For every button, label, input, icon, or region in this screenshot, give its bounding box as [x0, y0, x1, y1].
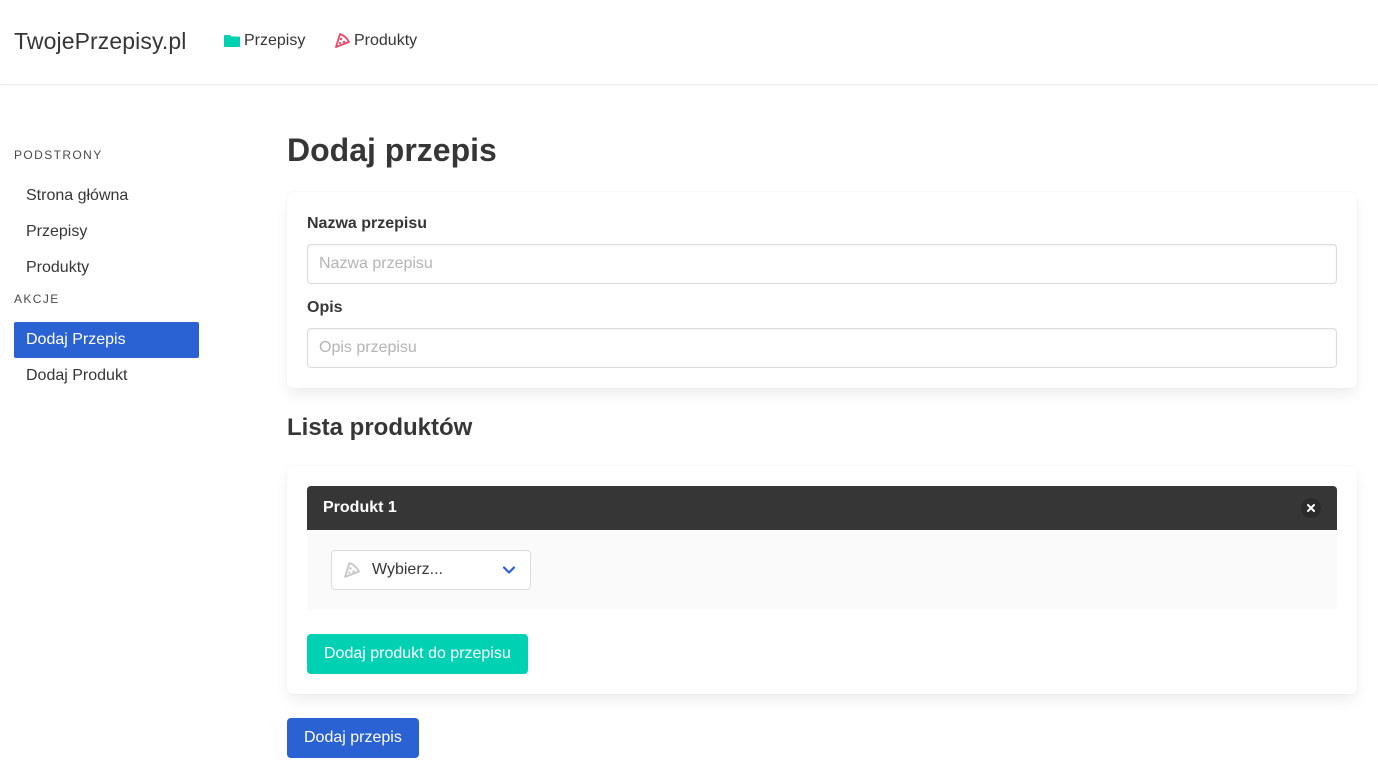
folder-icon: [224, 34, 240, 48]
product-card-body: Wybierz...: [307, 530, 1337, 610]
nav-link-label: Przepisy: [244, 32, 306, 49]
pizza-slice-icon: [343, 562, 360, 579]
sidebar-item-produkty[interactable]: Produkty: [14, 250, 199, 286]
product-list-title: Lista produktów: [287, 414, 473, 441]
add-product-button[interactable]: Dodaj produkt do przepisu: [307, 634, 528, 674]
nav-link-przepisy[interactable]: Przepisy: [224, 32, 305, 50]
nav-link-produkty[interactable]: Produkty: [334, 32, 417, 50]
menu-label-podstrony: PODSTRONY: [14, 148, 103, 162]
navbar: TwojePrzepisy.pl Przepisy Produkty: [0, 0, 1378, 85]
page-title: Dodaj przepis: [287, 132, 497, 168]
name-field-label: Nazwa przepisu: [307, 215, 428, 232]
product-list-box: Produkt 1 Wybierz... Dodaj produkt do pr…: [287, 466, 1357, 694]
close-icon: [1307, 504, 1315, 512]
recipe-description-input[interactable]: [307, 328, 1337, 368]
remove-product-button[interactable]: [1301, 498, 1321, 518]
description-field-label: Opis: [307, 299, 343, 316]
menu-label-akcje: AKCJE: [14, 292, 60, 306]
chevron-down-icon: [502, 564, 516, 576]
sidebar-menu: PODSTRONY Strona główna Przepisy Produkt…: [14, 148, 199, 394]
nav-link-label: Produkty: [354, 32, 418, 49]
recipe-name-input[interactable]: [307, 244, 1337, 284]
sidebar-item-strona-glowna[interactable]: Strona główna: [14, 178, 199, 214]
recipe-form-box: Nazwa przepisu Opis: [287, 192, 1357, 388]
submit-recipe-button[interactable]: Dodaj przepis: [287, 718, 419, 758]
product-select[interactable]: Wybierz...: [331, 550, 531, 590]
product-card-header: Produkt 1: [307, 486, 1337, 530]
brand-logo[interactable]: TwojePrzepisy.pl: [14, 28, 186, 55]
sidebar-item-przepisy[interactable]: Przepisy: [14, 214, 199, 250]
product-select-value: Wybierz...: [372, 561, 443, 578]
sidebar-item-dodaj-produkt[interactable]: Dodaj Produkt: [14, 358, 199, 394]
sidebar-item-dodaj-przepis[interactable]: Dodaj Przepis: [14, 322, 199, 358]
pizza-slice-icon: [334, 33, 350, 49]
product-card-title: Produkt 1: [323, 499, 397, 516]
